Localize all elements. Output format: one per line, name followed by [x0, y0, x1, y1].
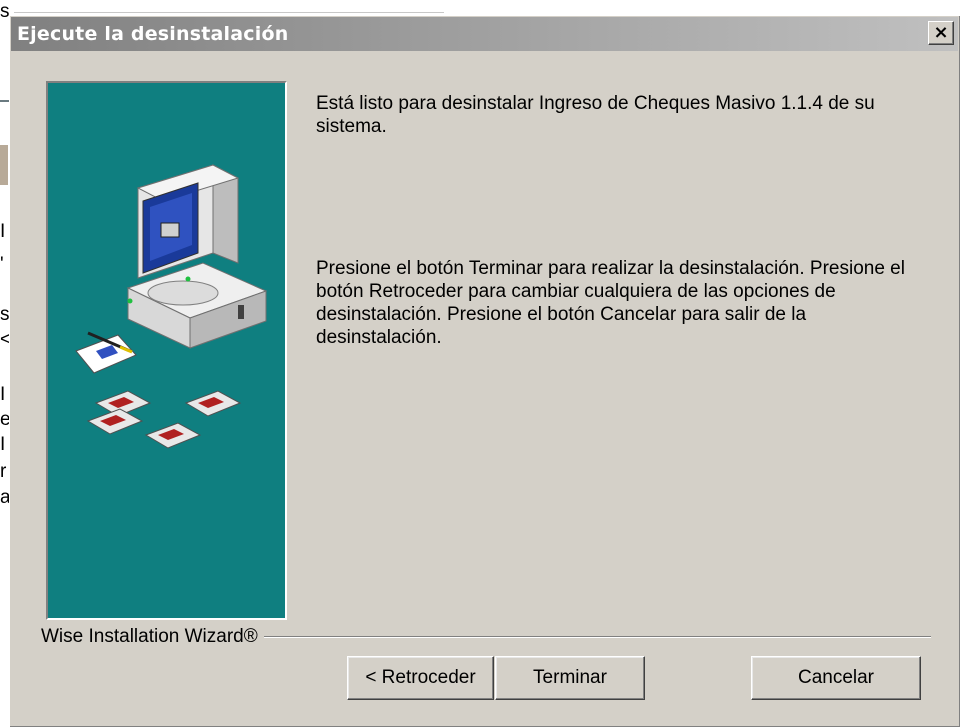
background-window-top	[14, 0, 444, 13]
finish-button[interactable]: Terminar	[495, 656, 645, 700]
computer-icon	[126, 164, 268, 349]
brand-separator: Wise Installation Wizard®	[41, 626, 931, 648]
wizard-graphic-panel	[46, 81, 287, 620]
background-block	[0, 145, 8, 185]
separator-line	[263, 636, 931, 638]
background-text-fragment: I	[0, 384, 6, 405]
computer-with-disks-illustration	[75, 164, 268, 449]
floppy-disk-icon	[144, 422, 202, 449]
floppy-disk-icon	[184, 390, 242, 417]
floppy-disk-icon	[86, 390, 152, 435]
background-text-fragment: I	[0, 434, 6, 455]
uninstall-dialog: Ejecute la desinstalación × Está listo p…	[9, 15, 960, 727]
back-button[interactable]: < Retroceder	[347, 656, 494, 700]
cancel-button[interactable]: Cancelar	[751, 656, 921, 700]
close-button[interactable]: ×	[928, 21, 954, 45]
brand-label: Wise Installation Wizard®	[41, 626, 258, 647]
background-text-fragment: I	[0, 221, 6, 242]
background-text-fragment: '	[0, 254, 4, 275]
dialog-titlebar[interactable]: Ejecute la desinstalación ×	[11, 17, 958, 51]
close-icon: ×	[933, 22, 949, 43]
instructions-message: Presione el botón Terminar para realizar…	[316, 258, 905, 348]
dialog-title: Ejecute la desinstalación	[17, 23, 289, 45]
ready-message: Está listo para desinstalar Ingreso de C…	[316, 93, 875, 137]
background-text-fragment: r	[0, 461, 7, 482]
notepad-icon	[75, 331, 137, 374]
